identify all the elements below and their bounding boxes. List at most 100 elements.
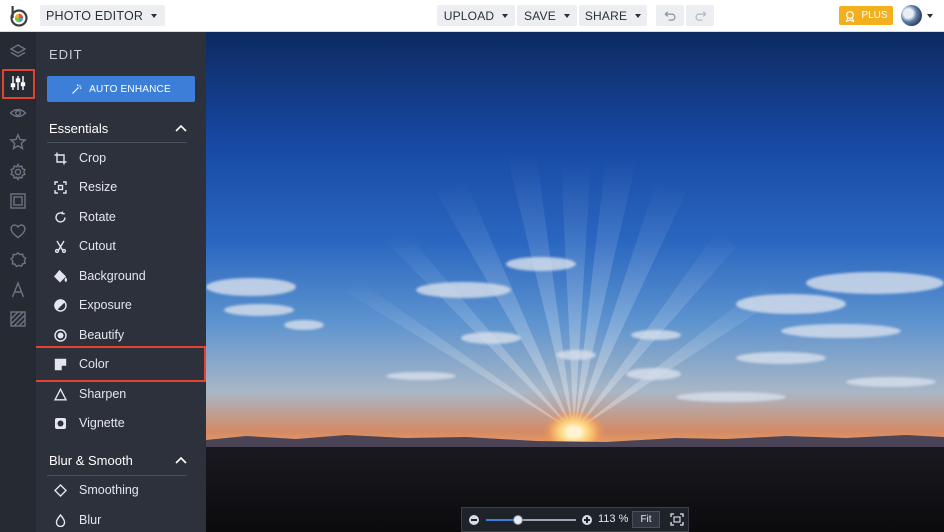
avatar[interactable] (901, 5, 922, 26)
cloud (676, 392, 786, 402)
cloud (206, 278, 296, 296)
vignette-icon (55, 417, 66, 429)
save-button[interactable]: SAVE (517, 5, 577, 26)
redo-icon (695, 11, 706, 21)
tool-label: Beautify (79, 328, 125, 342)
chevron-down-icon (563, 13, 570, 18)
magic-wand-icon (72, 84, 82, 94)
section-title: Blur & Smooth (49, 452, 133, 468)
tool-label: Smoothing (79, 483, 139, 497)
tool-label: Crop (79, 151, 107, 165)
chevron-down-icon (635, 13, 642, 18)
heart-icon[interactable] (7, 220, 29, 242)
tool-vignette[interactable]: Vignette (47, 409, 187, 437)
section-essentials-header[interactable]: Essentials (49, 117, 187, 139)
texture-icon[interactable] (7, 308, 29, 330)
active-category-highlight (2, 69, 35, 99)
cloud (461, 332, 521, 344)
fit-button[interactable]: Fit (632, 511, 660, 528)
color-tool-highlight (36, 346, 206, 382)
zoom-slider-handle[interactable] (513, 515, 524, 525)
cloud (631, 330, 681, 340)
scissors-icon (54, 240, 67, 253)
section-title: Essentials (49, 120, 109, 136)
droplet-icon (55, 513, 66, 527)
eye-icon[interactable] (7, 102, 29, 124)
chevron-down-icon[interactable] (927, 14, 933, 18)
photo-editor-label: PHOTO EDITOR (46, 8, 144, 23)
chevron-up-icon (175, 124, 187, 132)
share-label: SHARE (584, 8, 628, 23)
cloud (224, 304, 294, 316)
layers-icon[interactable] (7, 41, 29, 63)
rotate-icon (55, 211, 66, 223)
app-logo-icon[interactable] (8, 5, 30, 27)
photo-editor-menu[interactable]: PHOTO EDITOR (40, 5, 166, 26)
section-blur-smooth-header[interactable]: Blur & Smooth (49, 449, 187, 471)
tool-label: Blur (79, 513, 102, 527)
zoom-controls: 113 % Fit (461, 507, 689, 532)
crop-icon (54, 152, 67, 164)
redo-button[interactable] (686, 5, 714, 26)
badge-icon[interactable] (7, 249, 29, 271)
tool-cutout[interactable]: Cutout (47, 232, 187, 260)
chevron-up-icon (175, 456, 187, 464)
cloud (846, 377, 936, 387)
cloud (736, 352, 826, 364)
upload-label: UPLOAD (443, 8, 495, 23)
triangle-icon (54, 387, 67, 400)
edit-panel: EDIT AUTO ENHANCE Essentials Crop Resize… (36, 32, 206, 532)
diamond-icon (54, 483, 67, 497)
tool-label: Rotate (79, 210, 116, 224)
tool-background[interactable]: Background (47, 262, 187, 290)
cloud (626, 368, 681, 380)
photo-canvas[interactable] (206, 32, 944, 532)
zoom-out-icon[interactable] (469, 515, 479, 525)
tool-rotate[interactable]: Rotate (47, 203, 187, 231)
tool-smoothing[interactable]: Smoothing (47, 476, 187, 504)
chevron-down-icon (502, 13, 509, 18)
tool-category-rail (0, 32, 36, 532)
exposure-icon (54, 298, 67, 312)
cloud (781, 324, 901, 338)
top-bar: PHOTO EDITOR UPLOAD SAVE SHARE PLUS (0, 0, 944, 32)
share-button[interactable]: SHARE (579, 5, 647, 26)
undo-button[interactable] (656, 5, 684, 26)
tool-crop[interactable]: Crop (47, 144, 187, 172)
tool-blur[interactable]: Blur (47, 506, 187, 532)
tool-sharpen[interactable]: Sharpen (47, 380, 187, 408)
cloud (806, 272, 944, 294)
beautify-icon (54, 328, 67, 342)
cloud (506, 257, 576, 271)
tool-beautify[interactable]: Beautify (47, 321, 187, 349)
resize-icon (54, 180, 67, 194)
history-actions (656, 5, 714, 26)
text-icon[interactable] (7, 279, 29, 301)
plus-label: PLUS (861, 10, 888, 21)
tool-label: Sharpen (79, 387, 127, 401)
gear-icon[interactable] (7, 161, 29, 183)
section-divider (47, 142, 187, 143)
file-actions: UPLOAD SAVE SHARE (437, 5, 647, 26)
star-icon[interactable] (7, 131, 29, 153)
cloud (284, 320, 324, 330)
plus-crown-icon (846, 10, 855, 22)
tool-label: Exposure (79, 298, 132, 312)
tool-resize[interactable]: Resize (47, 173, 187, 201)
plus-upgrade-button[interactable]: PLUS (839, 6, 893, 25)
tool-label: Vignette (79, 416, 125, 430)
paint-bucket-icon (54, 269, 67, 282)
save-label: SAVE (524, 8, 556, 23)
auto-enhance-label: AUTO ENHANCE (89, 83, 171, 95)
panel-title: EDIT (49, 47, 83, 62)
zoom-in-icon[interactable] (582, 515, 592, 525)
upload-button[interactable]: UPLOAD (437, 5, 515, 26)
fullscreen-icon[interactable] (670, 513, 684, 526)
cloud (416, 282, 511, 298)
zoom-percent: 113 % (598, 513, 629, 525)
frame-icon[interactable] (7, 190, 29, 212)
tool-exposure[interactable]: Exposure (47, 291, 187, 319)
auto-enhance-button[interactable]: AUTO ENHANCE (47, 76, 195, 102)
tool-label: Resize (79, 180, 118, 194)
undo-icon (664, 11, 675, 21)
